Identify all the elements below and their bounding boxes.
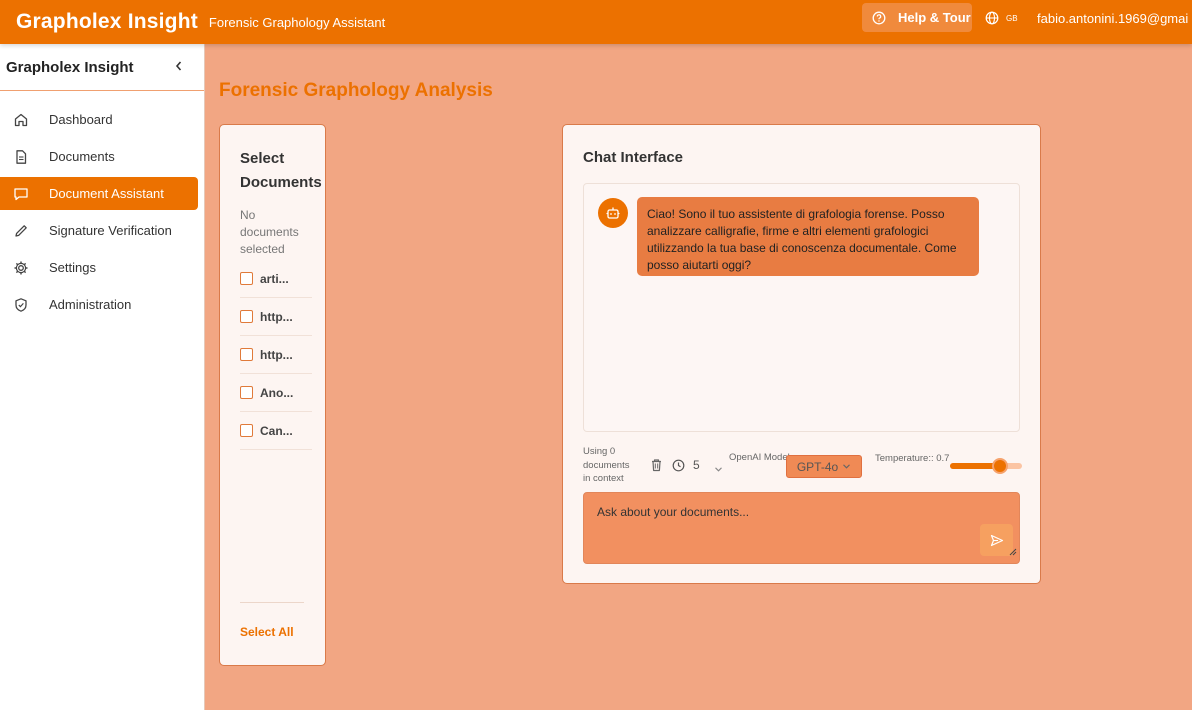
document-name: http... [260,309,293,324]
document-name: Ano... [260,385,294,400]
resize-handle-icon[interactable] [1009,543,1017,561]
chat-title: Chat Interface [583,149,684,166]
list-item[interactable]: http... [240,298,312,336]
app-brand[interactable]: Grapholex Insight [16,10,198,34]
document-panel-title: Select Documents [240,150,322,191]
document-list: arti... http... http... Ano... Can... [240,260,312,450]
temperature-label: Temperature:: 0.7 [875,453,950,464]
list-item[interactable]: Can... [240,412,312,450]
list-item[interactable]: http... [240,336,312,374]
sidebar-item-label: Dashboard [49,112,113,127]
chevron-down-icon[interactable] [714,460,723,478]
chat-panel: Chat Interface Ciao! Sono il tuo assiste… [562,124,1041,584]
sidebar-item-signature-verification[interactable]: Signature Verification [0,214,198,247]
sidebar-item-label: Settings [49,260,96,275]
send-icon [990,534,1003,546]
bot-icon [598,198,628,228]
chat-input-box [583,492,1020,564]
slider-thumb[interactable] [992,458,1008,474]
sidebar-item-administration[interactable]: Administration [0,288,198,321]
sidebar-header: Grapholex Insight [0,44,204,91]
context-info: Using 0 documents in context [583,446,630,484]
chevron-left-icon[interactable] [174,59,184,76]
chat-input[interactable] [584,493,1019,563]
sidebar-item-documents[interactable]: Documents [0,140,198,173]
model-label: OpenAI Model: [729,452,793,463]
chevron-down-icon [843,464,851,469]
clock-icon [672,459,685,471]
document-name: arti... [260,271,289,286]
history-count: 5 [693,458,700,472]
select-all-button[interactable]: Select All [240,625,294,639]
sidebar-item-label: Documents [49,149,115,164]
no-documents-text: No documents selected [240,208,299,256]
document-name: Can... [260,423,293,438]
shield-icon [11,295,31,315]
help-tour-label: Help & Tour [898,10,971,25]
user-email[interactable]: fabio.antonini.1969@gmai [1037,11,1188,26]
document-checkbox[interactable] [240,348,253,361]
top-bar: Grapholex Insight Forensic Graphology As… [0,0,1192,44]
document-name: http... [260,347,293,362]
gear-icon [11,258,31,278]
temperature-slider[interactable] [950,458,1022,474]
document-checkbox[interactable] [240,386,253,399]
sidebar-title: Grapholex Insight [6,58,134,76]
document-checkbox[interactable] [240,310,253,323]
document-icon [11,147,31,167]
list-item[interactable]: arti... [240,260,312,298]
trash-icon[interactable] [650,458,663,477]
sidebar-item-label: Signature Verification [49,223,172,238]
bot-message: Ciao! Sono il tuo assistente di grafolog… [637,197,979,276]
language-code: GB [1006,13,1018,23]
globe-icon [985,11,999,25]
list-item[interactable]: Ano... [240,374,312,412]
document-checkbox[interactable] [240,272,253,285]
sidebar-item-settings[interactable]: Settings [0,251,198,284]
sidebar-item-document-assistant[interactable]: Document Assistant [0,177,198,210]
language-selector[interactable]: GB [985,11,1018,25]
model-value: GPT-4o [796,459,839,474]
chat-messages: Ciao! Sono il tuo assistente di grafolog… [583,183,1020,432]
history-selector[interactable]: 5 [672,458,700,472]
pen-icon [11,221,31,241]
sidebar-item-label: Administration [49,297,132,312]
model-select[interactable]: GPT-4o [786,455,862,478]
chat-controls: Using 0 documents in context 5 OpenAI Mo… [583,445,1023,487]
chat-icon [11,184,31,204]
sidebar-nav: Dashboard Documents Document Assistant S… [0,103,204,321]
page-title: Forensic Graphology Analysis [219,80,493,101]
home-icon [11,110,31,130]
help-tour-button[interactable]: Help & Tour [862,3,972,32]
document-select-panel: Select Documents No documents selected a… [219,124,326,666]
app-subtitle: Forensic Graphology Assistant [208,14,386,30]
sidebar-item-dashboard[interactable]: Dashboard [0,103,198,136]
sidebar: Grapholex Insight Dashboard Documents Do… [0,44,205,710]
divider [240,602,304,603]
document-checkbox[interactable] [240,424,253,437]
sidebar-item-label: Document Assistant [49,186,164,201]
help-circle-icon [872,11,886,24]
